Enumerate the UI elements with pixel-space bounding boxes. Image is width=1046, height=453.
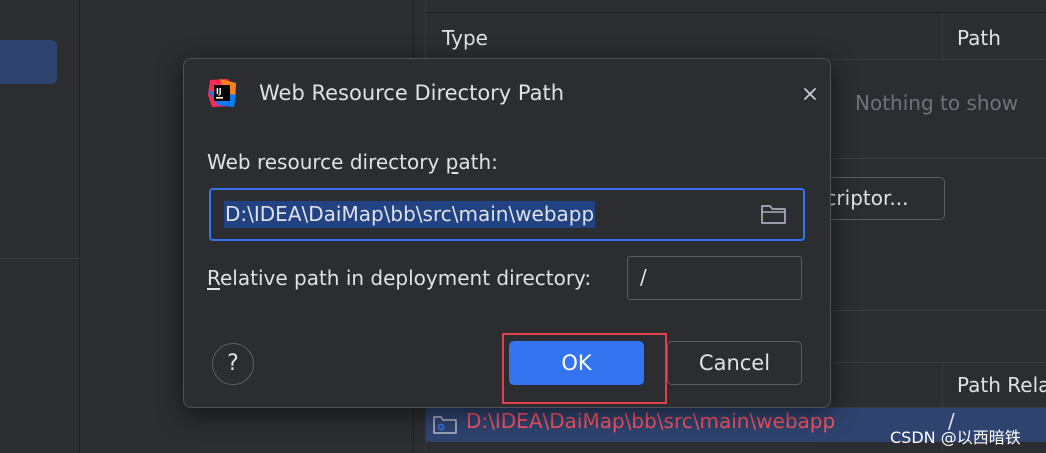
table-header: [426, 14, 1046, 60]
divider: [0, 258, 80, 259]
folder-icon[interactable]: [760, 203, 787, 225]
column-header-path-relative[interactable]: Path Rela: [957, 373, 1046, 397]
cancel-button[interactable]: Cancel: [667, 341, 802, 385]
empty-table-text: Nothing to show: [855, 91, 1019, 115]
relative-path-value[interactable]: /: [640, 265, 647, 289]
divider: [425, 12, 1046, 13]
row-path: D:\IDEA\DaiMap\bb\src\main\webapp: [466, 409, 836, 433]
help-icon[interactable]: ?: [212, 343, 254, 385]
ok-button[interactable]: OK: [509, 341, 644, 385]
column-header-type[interactable]: Type: [442, 26, 488, 50]
svg-text:IJ: IJ: [216, 87, 222, 96]
watermark: CSDN @以西暗铁: [890, 428, 1021, 447]
close-icon[interactable]: [800, 84, 820, 104]
relative-path-input[interactable]: [627, 256, 802, 300]
column-separator: [942, 14, 943, 60]
module-folder-icon: [433, 416, 457, 434]
column-header-path[interactable]: Path: [957, 26, 1001, 50]
path-label: Web resource directory path:: [207, 150, 498, 174]
left-sidebar-selected-item[interactable]: [0, 40, 57, 84]
path-input-value[interactable]: D:\IDEA\DaiMap\bb\src\main\webapp: [224, 201, 596, 228]
relative-path-label: Relative path in deployment directory:: [207, 266, 592, 290]
intellij-logo-icon: IJ: [208, 79, 236, 107]
dialog-title: Web Resource Directory Path: [259, 81, 565, 105]
